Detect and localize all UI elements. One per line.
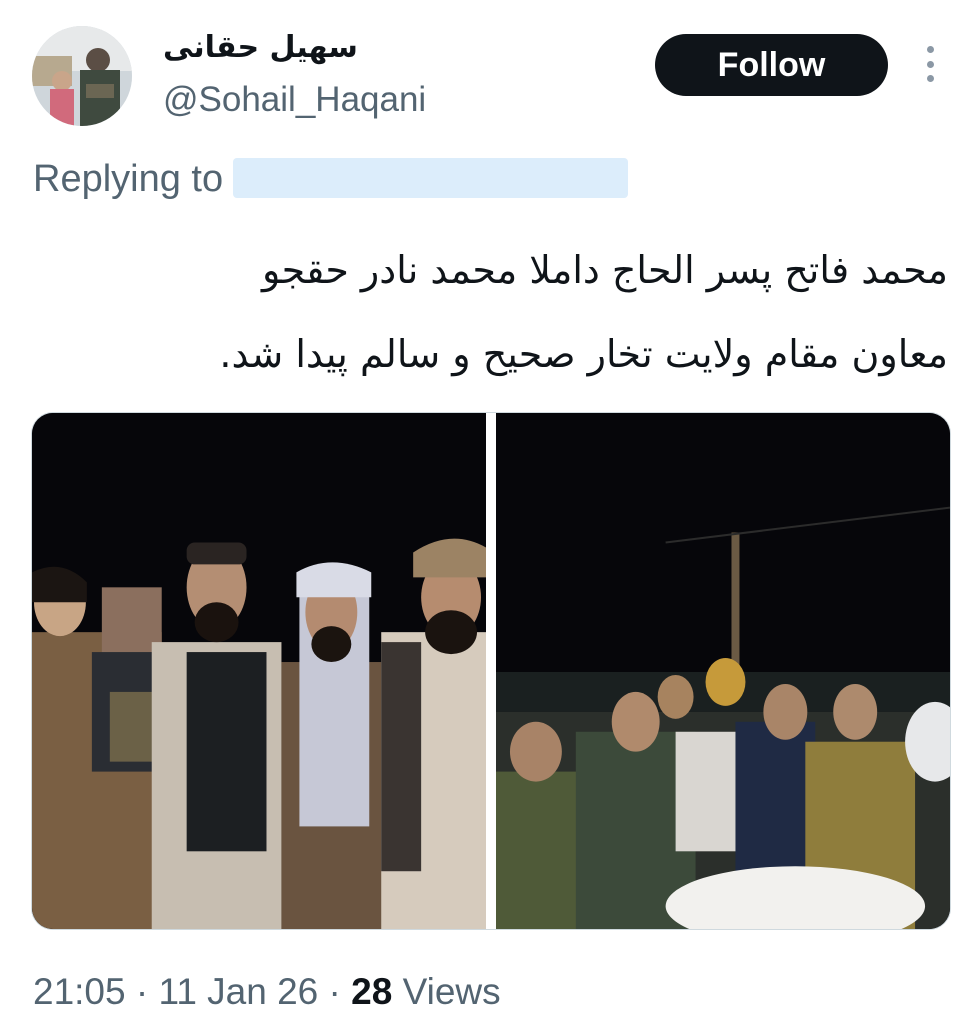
profile-photo — [32, 26, 132, 126]
tweet-meta: 21:05 · 11 Jan 26 · 28 Views — [33, 964, 501, 1020]
photo-right[interactable] — [496, 413, 950, 929]
replying-to: Replying to — [33, 152, 629, 206]
tweet-text-line: معاون مقام ولایت تخار صحیح و سالم پیدا ش… — [219, 332, 948, 376]
tweet-date[interactable]: 11 Jan 26 — [158, 971, 318, 1012]
views-label: Views — [402, 971, 501, 1012]
display-name[interactable]: سهیل حقانی — [163, 26, 463, 70]
views-count[interactable]: 28 — [351, 971, 392, 1012]
follow-button[interactable]: Follow — [655, 34, 888, 96]
meta-separator: · — [328, 971, 341, 1012]
tweet-text-line: محمد فاتح پسر الحاج داملا محمد نادر حقجو — [261, 248, 948, 292]
photo-left[interactable] — [32, 413, 486, 929]
tweet-time[interactable]: 21:05 — [33, 971, 126, 1012]
media-grid — [31, 412, 951, 930]
meta-separator: · — [135, 971, 149, 1012]
replying-to-label: Replying to — [33, 158, 224, 200]
tweet-text: محمد فاتح پسر الحاج داملا محمد نادر حقجو… — [60, 228, 948, 396]
more-vertical-icon[interactable] — [918, 46, 942, 82]
avatar[interactable] — [32, 26, 132, 126]
handle[interactable]: @Sohail_Haqani — [163, 78, 426, 122]
reply-mention-link[interactable] — [233, 157, 629, 198]
